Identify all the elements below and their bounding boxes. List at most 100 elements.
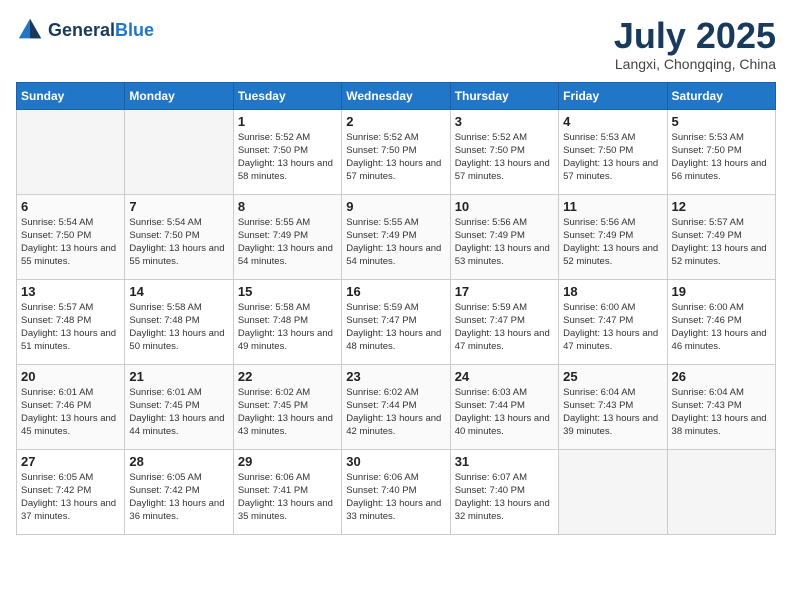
day-number: 17	[455, 284, 554, 299]
day-cell-8: 8 Sunrise: 5:55 AMSunset: 7:49 PMDaylight…	[233, 194, 341, 279]
day-cell-13: 13 Sunrise: 5:57 AMSunset: 7:48 PMDayligh…	[17, 279, 125, 364]
day-number: 8	[238, 199, 337, 214]
day-info: Sunrise: 6:04 AMSunset: 7:43 PMDaylight:…	[563, 386, 662, 439]
day-cell-10: 10 Sunrise: 5:56 AMSunset: 7:49 PMDayligh…	[450, 194, 558, 279]
day-header-wednesday: Wednesday	[342, 82, 450, 109]
week-row-1: 1 Sunrise: 5:52 AMSunset: 7:50 PMDaylight…	[17, 109, 776, 194]
day-number: 19	[672, 284, 771, 299]
day-info: Sunrise: 5:58 AMSunset: 7:48 PMDaylight:…	[238, 301, 337, 354]
day-number: 18	[563, 284, 662, 299]
day-cell-15: 15 Sunrise: 5:58 AMSunset: 7:48 PMDayligh…	[233, 279, 341, 364]
day-number: 30	[346, 454, 445, 469]
week-row-2: 6 Sunrise: 5:54 AMSunset: 7:50 PMDaylight…	[17, 194, 776, 279]
empty-cell	[667, 449, 775, 534]
day-number: 7	[129, 199, 228, 214]
day-info: Sunrise: 6:02 AMSunset: 7:45 PMDaylight:…	[238, 386, 337, 439]
day-info: Sunrise: 6:00 AMSunset: 7:47 PMDaylight:…	[563, 301, 662, 354]
day-info: Sunrise: 6:00 AMSunset: 7:46 PMDaylight:…	[672, 301, 771, 354]
day-info: Sunrise: 6:01 AMSunset: 7:45 PMDaylight:…	[129, 386, 228, 439]
day-info: Sunrise: 6:07 AMSunset: 7:40 PMDaylight:…	[455, 471, 554, 524]
day-header-friday: Friday	[559, 82, 667, 109]
day-info: Sunrise: 5:52 AMSunset: 7:50 PMDaylight:…	[346, 131, 445, 184]
empty-cell	[17, 109, 125, 194]
empty-cell	[559, 449, 667, 534]
day-number: 16	[346, 284, 445, 299]
week-row-3: 13 Sunrise: 5:57 AMSunset: 7:48 PMDayligh…	[17, 279, 776, 364]
logo: GeneralBlue	[16, 16, 154, 44]
day-info: Sunrise: 5:53 AMSunset: 7:50 PMDaylight:…	[672, 131, 771, 184]
day-header-thursday: Thursday	[450, 82, 558, 109]
empty-cell	[125, 109, 233, 194]
day-number: 15	[238, 284, 337, 299]
day-info: Sunrise: 6:04 AMSunset: 7:43 PMDaylight:…	[672, 386, 771, 439]
day-number: 29	[238, 454, 337, 469]
day-cell-5: 5 Sunrise: 5:53 AMSunset: 7:50 PMDaylight…	[667, 109, 775, 194]
calendar-table: SundayMondayTuesdayWednesdayThursdayFrid…	[16, 82, 776, 535]
day-cell-24: 24 Sunrise: 6:03 AMSunset: 7:44 PMDayligh…	[450, 364, 558, 449]
day-cell-2: 2Sunrise: 5:52 AMSunset: 7:50 PMDaylight…	[342, 109, 450, 194]
day-info: Sunrise: 5:59 AMSunset: 7:47 PMDaylight:…	[455, 301, 554, 354]
day-info: Sunrise: 5:56 AMSunset: 7:49 PMDaylight:…	[455, 216, 554, 269]
day-info: Sunrise: 5:55 AMSunset: 7:49 PMDaylight:…	[238, 216, 337, 269]
day-cell-16: 16 Sunrise: 5:59 AMSunset: 7:47 PMDayligh…	[342, 279, 450, 364]
day-number: 13	[21, 284, 120, 299]
day-cell-20: 20Sunrise: 6:01 AMSunset: 7:46 PMDayligh…	[17, 364, 125, 449]
day-cell-1: 1 Sunrise: 5:52 AMSunset: 7:50 PMDaylight…	[233, 109, 341, 194]
day-number: 12	[672, 199, 771, 214]
day-number: 14	[129, 284, 228, 299]
day-cell-23: 23Sunrise: 6:02 AMSunset: 7:44 PMDayligh…	[342, 364, 450, 449]
month-title: July 2025	[614, 16, 776, 56]
logo-blue: Blue	[115, 20, 154, 40]
day-cell-26: 26 Sunrise: 6:04 AMSunset: 7:43 PMDayligh…	[667, 364, 775, 449]
day-info: Sunrise: 6:05 AMSunset: 7:42 PMDaylight:…	[21, 471, 120, 524]
day-number: 11	[563, 199, 662, 214]
day-number: 6	[21, 199, 120, 214]
day-info: Sunrise: 5:58 AMSunset: 7:48 PMDaylight:…	[129, 301, 228, 354]
day-number: 4	[563, 114, 662, 129]
day-info: Sunrise: 5:59 AMSunset: 7:47 PMDaylight:…	[346, 301, 445, 354]
day-cell-6: 6Sunrise: 5:54 AMSunset: 7:50 PMDaylight…	[17, 194, 125, 279]
day-header-saturday: Saturday	[667, 82, 775, 109]
day-cell-17: 17 Sunrise: 5:59 AMSunset: 7:47 PMDayligh…	[450, 279, 558, 364]
day-number: 22	[238, 369, 337, 384]
day-info: Sunrise: 5:54 AMSunset: 7:50 PMDaylight:…	[129, 216, 228, 269]
day-number: 24	[455, 369, 554, 384]
day-number: 5	[672, 114, 771, 129]
day-number: 9	[346, 199, 445, 214]
day-number: 26	[672, 369, 771, 384]
day-number: 1	[238, 114, 337, 129]
day-cell-29: 29 Sunrise: 6:06 AMSunset: 7:41 PMDayligh…	[233, 449, 341, 534]
day-cell-4: 4 Sunrise: 5:53 AMSunset: 7:50 PMDaylight…	[559, 109, 667, 194]
day-number: 27	[21, 454, 120, 469]
day-cell-19: 19 Sunrise: 6:00 AMSunset: 7:46 PMDayligh…	[667, 279, 775, 364]
day-cell-18: 18 Sunrise: 6:00 AMSunset: 7:47 PMDayligh…	[559, 279, 667, 364]
day-info: Sunrise: 5:57 AMSunset: 7:48 PMDaylight:…	[21, 301, 120, 354]
logo-general: General	[48, 20, 115, 40]
day-number: 31	[455, 454, 554, 469]
day-info: Sunrise: 6:06 AMSunset: 7:41 PMDaylight:…	[238, 471, 337, 524]
day-number: 23	[346, 369, 445, 384]
location: Langxi, Chongqing, China	[614, 56, 776, 72]
day-info: Sunrise: 5:53 AMSunset: 7:50 PMDaylight:…	[563, 131, 662, 184]
week-row-5: 27 Sunrise: 6:05 AMSunset: 7:42 PMDayligh…	[17, 449, 776, 534]
day-header-sunday: Sunday	[17, 82, 125, 109]
day-info: Sunrise: 6:05 AMSunset: 7:42 PMDaylight:…	[129, 471, 228, 524]
day-cell-12: 12 Sunrise: 5:57 AMSunset: 7:49 PMDayligh…	[667, 194, 775, 279]
day-cell-30: 30 Sunrise: 6:06 AMSunset: 7:40 PMDayligh…	[342, 449, 450, 534]
day-info: Sunrise: 5:55 AMSunset: 7:49 PMDaylight:…	[346, 216, 445, 269]
day-info: Sunrise: 5:52 AMSunset: 7:50 PMDaylight:…	[238, 131, 337, 184]
day-info: Sunrise: 6:06 AMSunset: 7:40 PMDaylight:…	[346, 471, 445, 524]
day-cell-25: 25Sunrise: 6:04 AMSunset: 7:43 PMDayligh…	[559, 364, 667, 449]
day-number: 28	[129, 454, 228, 469]
day-info: Sunrise: 5:57 AMSunset: 7:49 PMDaylight:…	[672, 216, 771, 269]
day-cell-22: 22 Sunrise: 6:02 AMSunset: 7:45 PMDayligh…	[233, 364, 341, 449]
page-header: GeneralBlue July 2025 Langxi, Chongqing,…	[16, 16, 776, 72]
day-header-tuesday: Tuesday	[233, 82, 341, 109]
day-number: 10	[455, 199, 554, 214]
day-info: Sunrise: 6:01 AMSunset: 7:46 PMDaylight:…	[21, 386, 120, 439]
day-cell-11: 11 Sunrise: 5:56 AMSunset: 7:49 PMDayligh…	[559, 194, 667, 279]
day-info: Sunrise: 6:03 AMSunset: 7:44 PMDaylight:…	[455, 386, 554, 439]
day-cell-27: 27 Sunrise: 6:05 AMSunset: 7:42 PMDayligh…	[17, 449, 125, 534]
day-number: 3	[455, 114, 554, 129]
day-info: Sunrise: 5:56 AMSunset: 7:49 PMDaylight:…	[563, 216, 662, 269]
